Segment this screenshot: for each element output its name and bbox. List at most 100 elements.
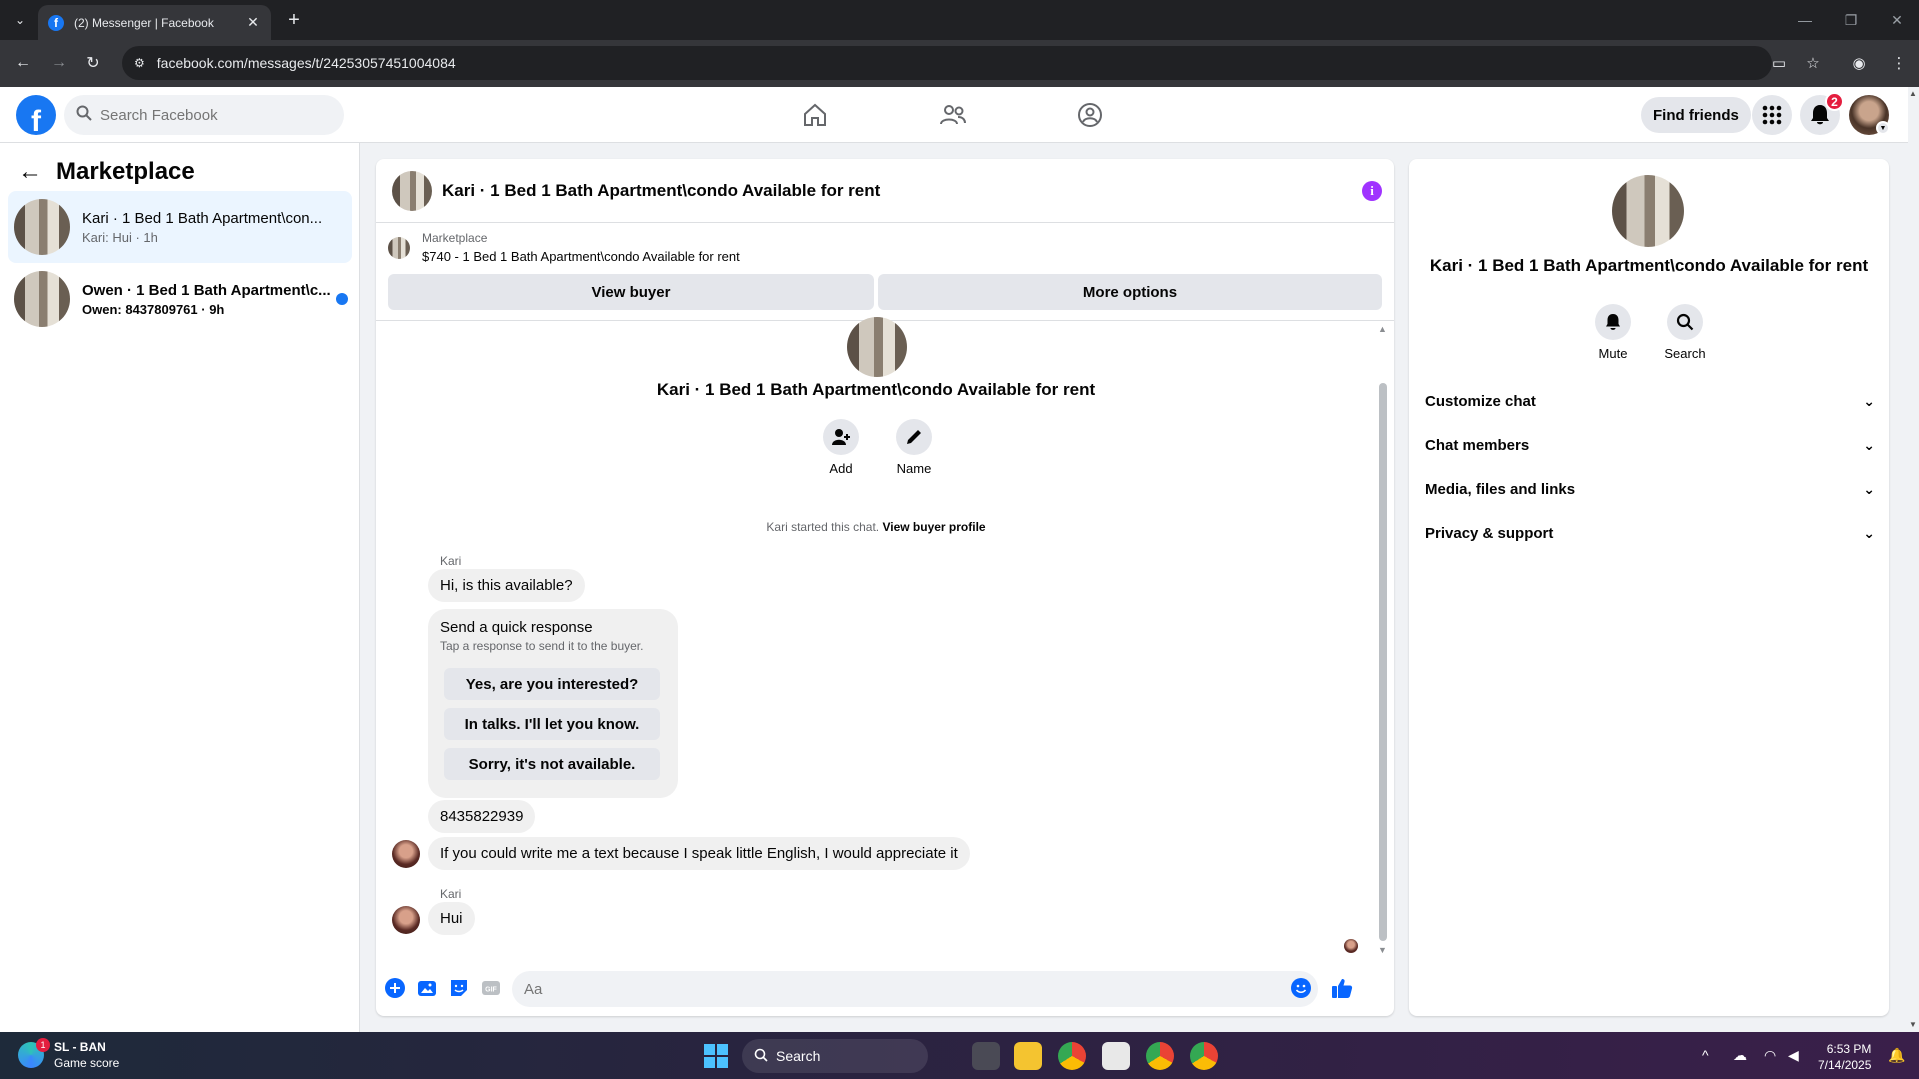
clock[interactable]: 6:53 PM 7/14/2025 — [1818, 1041, 1871, 1073]
snipping-tool-icon[interactable] — [1102, 1042, 1130, 1070]
quick-response-not-available-button[interactable]: Sorry, it's not available. — [444, 748, 660, 780]
intro-title: Kari · 1 Bed 1 Bath Apartment\condo Avai… — [656, 380, 1096, 399]
cast-icon[interactable]: ▭ — [1768, 52, 1790, 74]
home-icon[interactable] — [799, 99, 831, 131]
notification-center-icon[interactable]: 🔔 — [1888, 1047, 1905, 1064]
wifi-icon[interactable]: ◠ — [1764, 1047, 1776, 1064]
unread-indicator — [336, 293, 348, 305]
back-arrow-icon[interactable]: ← — [18, 158, 46, 186]
message-bubble[interactable]: 8435822939 — [428, 800, 536, 833]
name-chat-button[interactable]: Name — [884, 419, 944, 476]
add-people-button[interactable]: Add — [811, 419, 871, 476]
mute-button[interactable]: Mute — [1583, 304, 1643, 361]
profile-icon[interactable]: ◉ — [1848, 52, 1870, 74]
browser-menu-icon[interactable]: ⋮ — [1888, 52, 1910, 74]
notifications-bell-icon[interactable]: 2 — [1800, 92, 1844, 135]
message-bubble[interactable]: If you could write me a text because I s… — [428, 837, 970, 870]
seen-indicator-avatar — [1344, 939, 1358, 953]
page-scroll-down-arrow[interactable]: ▼ — [1909, 1020, 1917, 1029]
forward-icon[interactable]: → — [48, 52, 70, 74]
windows-start-icon[interactable] — [704, 1044, 728, 1068]
sender-avatar[interactable] — [392, 840, 420, 868]
listing-thumbnail[interactable] — [388, 237, 410, 259]
chrome-icon[interactable] — [1058, 1042, 1086, 1070]
quick-response-yes-button[interactable]: Yes, are you interested? — [444, 668, 660, 700]
bookmark-star-icon[interactable]: ☆ — [1802, 52, 1824, 74]
view-buyer-profile-link[interactable]: View buyer profile — [882, 520, 985, 534]
pencil-icon — [896, 419, 932, 455]
more-actions-plus-icon[interactable] — [384, 977, 406, 999]
reload-icon[interactable]: ↻ — [82, 52, 104, 74]
sticker-icon[interactable] — [448, 977, 470, 999]
message-input-wrapper[interactable] — [512, 971, 1318, 1007]
file-explorer-icon[interactable] — [1014, 1042, 1042, 1070]
conversation-item-kari[interactable]: Kari · 1 Bed 1 Bath Apartment\con... Kar… — [8, 191, 352, 263]
facebook-search[interactable] — [64, 95, 344, 135]
media-files-links-section[interactable]: Media, files and links ⌄ — [1425, 471, 1875, 507]
message-bubble[interactable]: Hi, is this available? — [428, 569, 585, 602]
search-input[interactable] — [100, 106, 320, 124]
taskbar-search[interactable]: Search — [742, 1039, 928, 1073]
mute-label: Mute — [1598, 346, 1628, 361]
svg-text:GIF: GIF — [485, 987, 497, 994]
conversation-name: Kari · 1 Bed 1 Bath Apartment\con... — [82, 209, 323, 227]
thumbs-up-icon[interactable] — [1331, 977, 1353, 999]
facebook-favicon-icon: f — [48, 14, 64, 31]
quick-response-in-talks-button[interactable]: In talks. I'll let you know. — [444, 708, 660, 740]
chrome-profile-2-icon[interactable] — [1190, 1042, 1218, 1070]
game-score-widget[interactable]: 1 SL - BAN Game score — [18, 1038, 119, 1070]
emoji-icon[interactable] — [1290, 977, 1312, 999]
groups-icon[interactable] — [1074, 99, 1106, 131]
view-buyer-button[interactable]: View buyer — [388, 274, 874, 310]
onedrive-icon[interactable]: ☁ — [1733, 1047, 1747, 1064]
message-input[interactable] — [524, 980, 1264, 998]
tab-close-icon[interactable]: ✕ — [245, 14, 261, 31]
name-label: Name — [896, 461, 932, 476]
tab-search-icon[interactable]: ⌄ — [8, 8, 32, 32]
facebook-logo-icon[interactable]: f — [16, 95, 56, 135]
page-scroll-up-arrow[interactable]: ▲ — [1909, 89, 1917, 98]
intro-avatar — [847, 317, 907, 377]
scroll-down-arrow[interactable]: ▼ — [1378, 945, 1387, 955]
restore-icon[interactable]: ❐ — [1836, 8, 1866, 32]
close-window-icon[interactable]: ✕ — [1882, 8, 1912, 32]
new-tab-icon[interactable]: + — [282, 8, 306, 32]
listing-title[interactable]: $740 - 1 Bed 1 Bath Apartment\condo Avai… — [422, 249, 740, 264]
sidebar-title: Marketplace — [56, 158, 195, 185]
chat-members-section[interactable]: Chat members ⌄ — [1425, 427, 1875, 463]
search-label: Search — [1664, 346, 1706, 361]
chrome-profile-icon[interactable] — [1146, 1042, 1174, 1070]
chat-scrollbar[interactable] — [1379, 383, 1387, 941]
menu-grid-icon[interactable] — [1752, 95, 1792, 135]
back-icon[interactable]: ← — [12, 52, 34, 74]
volume-icon[interactable]: ◀ — [1788, 1047, 1799, 1064]
scroll-up-arrow[interactable]: ▲ — [1378, 324, 1387, 334]
friends-icon[interactable] — [937, 99, 969, 131]
site-info-icon[interactable]: ⚙ — [134, 56, 145, 70]
conversation-item-owen[interactable]: Owen · 1 Bed 1 Bath Apartment\c... Owen:… — [8, 263, 352, 335]
windows-taskbar: 1 SL - BAN Game score Search ^ ☁ ◠ ◀ 6:5… — [0, 1032, 1919, 1079]
url-text[interactable]: facebook.com/messages/t/2425305745100408… — [157, 55, 456, 71]
task-view-icon[interactable] — [972, 1042, 1000, 1070]
page-scrollbar[interactable] — [1908, 87, 1919, 1032]
chat-header-avatar[interactable] — [392, 170, 432, 211]
attach-photo-icon[interactable] — [416, 977, 438, 999]
privacy-support-section[interactable]: Privacy & support ⌄ — [1425, 515, 1875, 551]
show-hidden-icons-icon[interactable]: ^ — [1702, 1047, 1709, 1063]
browser-tab-active[interactable]: f (2) Messenger | Facebook ✕ — [38, 5, 271, 40]
message-sender-name: Kari — [440, 554, 462, 568]
account-chevron-down-icon[interactable]: ▼ — [1876, 121, 1890, 135]
find-friends-button[interactable]: Find friends — [1641, 97, 1751, 133]
more-options-button[interactable]: More options — [878, 274, 1382, 310]
chat-started-notice: Kari started this chat. View buyer profi… — [376, 520, 1376, 534]
sender-avatar[interactable] — [392, 906, 420, 934]
message-bubble[interactable]: Hui — [428, 902, 475, 935]
gif-icon[interactable]: GIF — [480, 977, 502, 999]
conversation-preview: Kari: Hui · 1h — [82, 229, 158, 245]
customize-chat-section[interactable]: Customize chat ⌄ — [1425, 383, 1875, 419]
conversation-info-icon[interactable]: i — [1362, 180, 1382, 201]
chat-header-title[interactable]: Kari · 1 Bed 1 Bath Apartment\condo Avai… — [442, 181, 1362, 201]
address-bar[interactable]: ⚙ facebook.com/messages/t/24253057451004… — [122, 46, 1772, 80]
minimize-icon[interactable]: — — [1790, 8, 1820, 32]
search-in-conversation-button[interactable]: Search — [1655, 304, 1715, 361]
